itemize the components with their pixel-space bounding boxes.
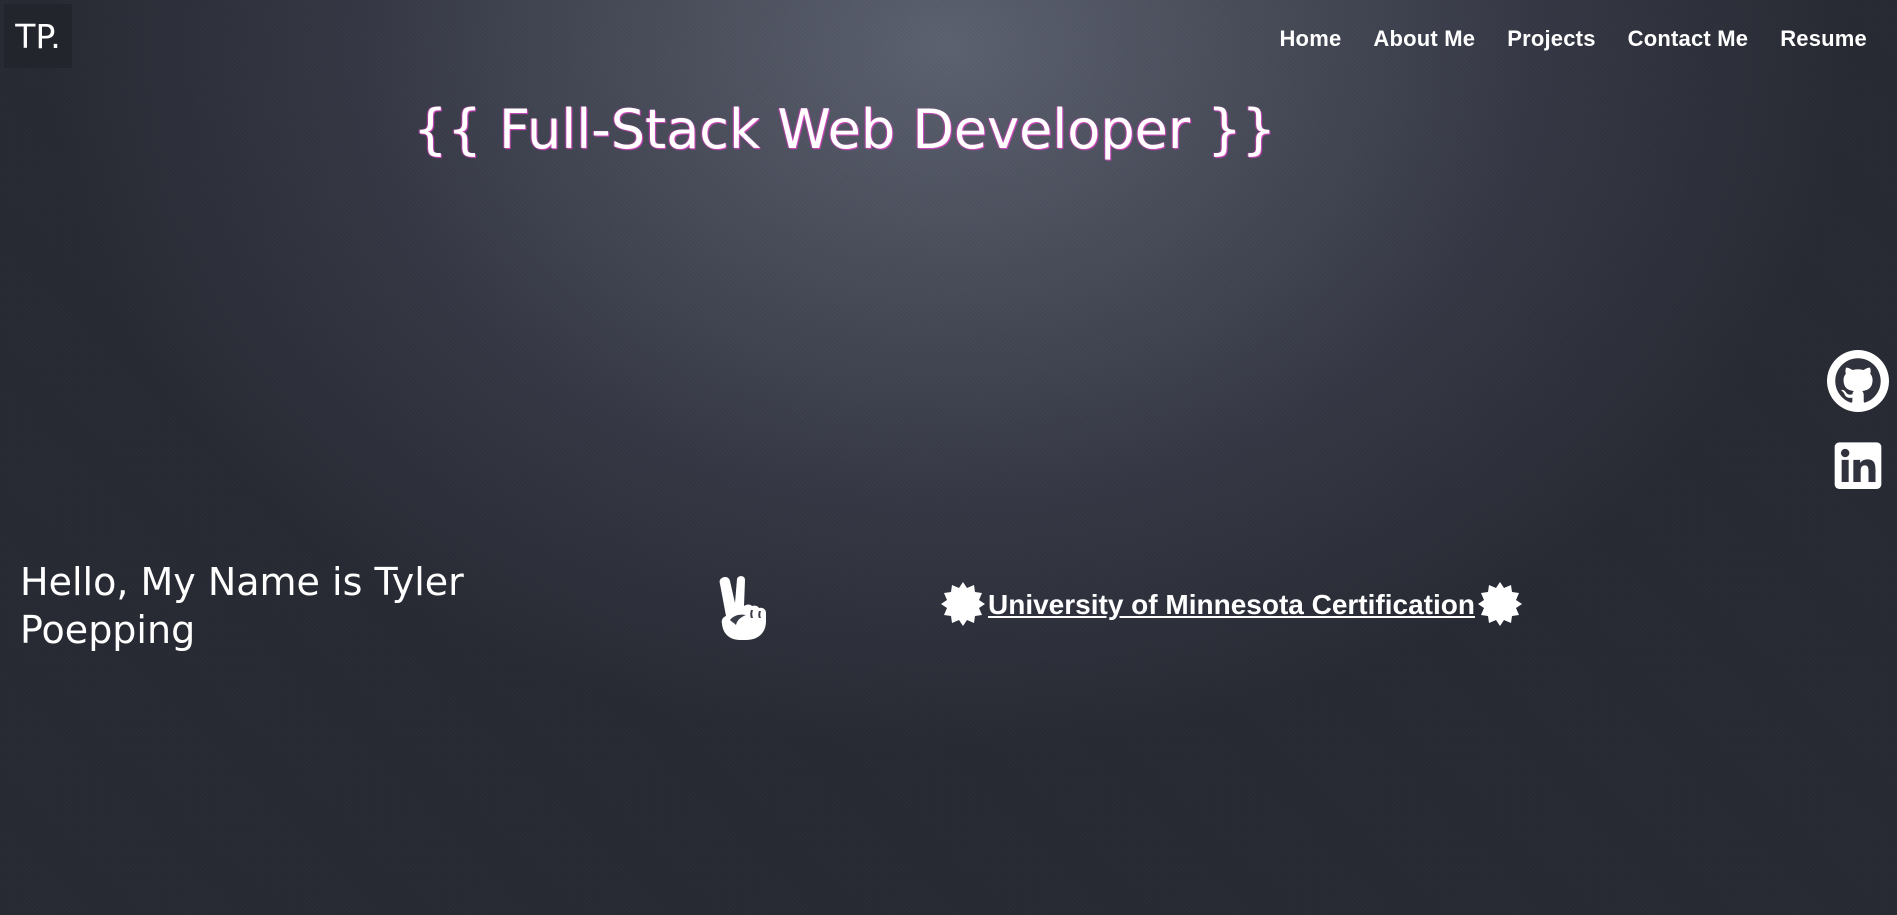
badge-icon-right xyxy=(1477,582,1522,626)
nav-projects[interactable]: Projects xyxy=(1507,26,1595,52)
social-links xyxy=(1827,350,1889,500)
nav-resume[interactable]: Resume xyxy=(1780,26,1867,52)
peace-hand-icon xyxy=(714,574,774,642)
page-headline: {{ Full-Stack Web Developer }} xyxy=(0,98,1897,161)
greeting: Hello, My Name is Tyler Poepping xyxy=(20,560,464,652)
nav-contact-me[interactable]: Contact Me xyxy=(1628,26,1749,52)
headline-text: {{ Full-Stack Web Developer }} xyxy=(413,98,1276,161)
nav-home[interactable]: Home xyxy=(1279,26,1341,52)
site-logo[interactable]: TP. xyxy=(4,4,72,68)
nav-about-me[interactable]: About Me xyxy=(1373,26,1475,52)
main-nav: Home About Me Projects Contact Me Resume xyxy=(1279,26,1867,52)
github-icon[interactable] xyxy=(1827,350,1889,416)
linkedin-icon[interactable] xyxy=(1827,440,1889,500)
logo-text: TP. xyxy=(15,16,61,56)
badge-icon-left xyxy=(941,582,985,626)
certification: University of Minnesota Certification xyxy=(938,580,1525,630)
certification-link[interactable]: University of Minnesota Certification xyxy=(988,589,1475,621)
